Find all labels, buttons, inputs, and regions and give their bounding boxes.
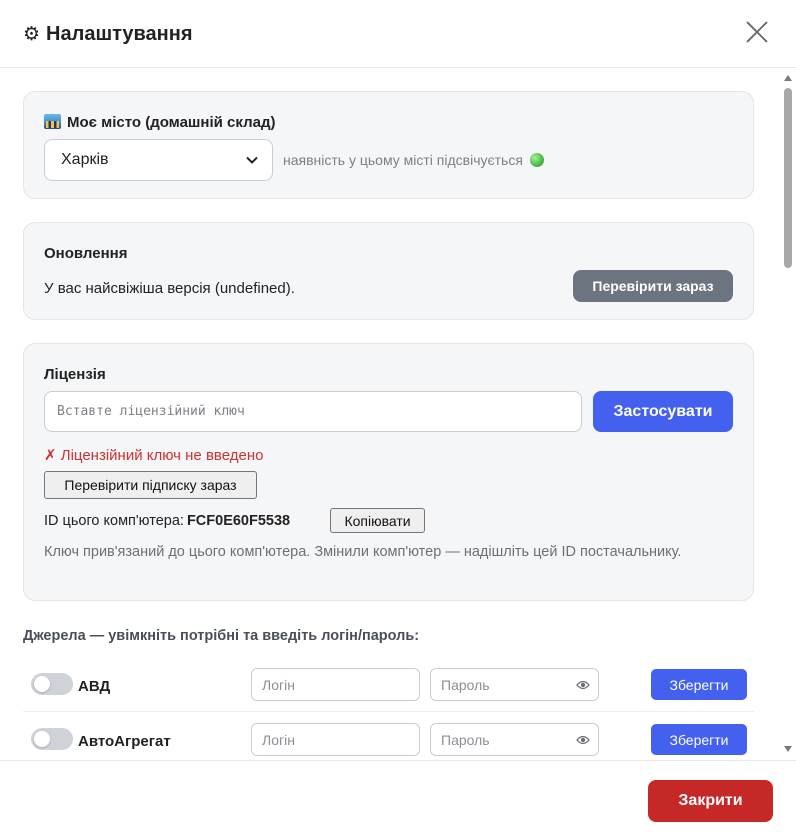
city-label: Моє місто (домашній склад) bbox=[44, 114, 275, 131]
sources-title: Джерела — увімкніть потрібні та введіть … bbox=[23, 628, 420, 644]
scrollbar-thumb[interactable] bbox=[784, 88, 792, 268]
login-input[interactable] bbox=[251, 668, 420, 701]
computer-id-value: FCF0E60F5538 bbox=[186, 513, 291, 529]
source-name: АвтоАгрегат bbox=[78, 733, 171, 750]
city-select[interactable]: Харків bbox=[44, 139, 273, 181]
chevron-down-icon bbox=[246, 156, 258, 164]
close-icon[interactable] bbox=[744, 19, 770, 45]
settings-content: Моє місто (домашній склад) Харків наявні… bbox=[0, 68, 782, 760]
copy-id-button[interactable]: Копіювати bbox=[330, 508, 425, 533]
license-card: Ліцензія Застосувати ✗ Ліцензійний ключ … bbox=[23, 343, 754, 601]
source-row: АВД Зберегти bbox=[23, 656, 754, 712]
dialog-title: ⚙ Налаштування bbox=[23, 23, 193, 46]
eye-icon[interactable] bbox=[576, 679, 590, 691]
update-label: Оновлення bbox=[44, 245, 128, 262]
save-source-button[interactable]: Зберегти bbox=[651, 724, 747, 755]
source-name: АВД bbox=[78, 678, 111, 695]
eye-icon[interactable] bbox=[576, 734, 590, 746]
save-source-button[interactable]: Зберегти bbox=[651, 669, 747, 700]
password-input[interactable] bbox=[430, 668, 599, 701]
source-toggle[interactable] bbox=[31, 728, 73, 750]
scroll-down-arrow-icon[interactable] bbox=[783, 745, 793, 753]
apply-license-button[interactable]: Застосувати bbox=[593, 391, 733, 432]
gear-icon: ⚙ bbox=[23, 24, 41, 45]
update-status: У вас найсвіжіша версія (undefined). bbox=[44, 280, 295, 297]
license-error: ✗ Ліцензійний ключ не введено bbox=[44, 447, 264, 464]
license-label: Ліцензія bbox=[44, 366, 106, 383]
city-hint: наявність у цьому місті підсвічується bbox=[283, 152, 544, 168]
source-toggle[interactable] bbox=[31, 673, 73, 695]
scroll-up-arrow-icon[interactable] bbox=[783, 74, 793, 82]
source-row: АвтоАгрегат Зберегти bbox=[23, 711, 754, 760]
check-subscription-button[interactable]: Перевірити підписку зараз bbox=[44, 471, 257, 499]
login-input[interactable] bbox=[251, 723, 420, 756]
dialog-footer: Закрити bbox=[0, 760, 796, 838]
close-button[interactable]: Закрити bbox=[648, 780, 773, 822]
green-dot-icon bbox=[529, 153, 544, 167]
update-card: Оновлення У вас найсвіжіша версія (undef… bbox=[23, 222, 754, 320]
city-card: Моє місто (домашній склад) Харків наявні… bbox=[23, 91, 754, 199]
license-key-input[interactable] bbox=[44, 391, 582, 432]
dialog-header: ⚙ Налаштування bbox=[0, 0, 796, 68]
city-select-value: Харків bbox=[61, 151, 109, 168]
computer-id: ID цього комп'ютера: FCF0E60F5538 bbox=[44, 513, 291, 529]
dialog-title-text: Налаштування bbox=[46, 23, 193, 45]
license-note: Ключ прив'язаний до цього комп'ютера. Зм… bbox=[44, 544, 682, 560]
toggle-knob bbox=[34, 676, 50, 692]
check-update-button[interactable]: Перевірити зараз bbox=[573, 270, 733, 302]
toggle-knob bbox=[34, 731, 50, 747]
cityscape-icon bbox=[44, 114, 61, 129]
password-input[interactable] bbox=[430, 723, 599, 756]
